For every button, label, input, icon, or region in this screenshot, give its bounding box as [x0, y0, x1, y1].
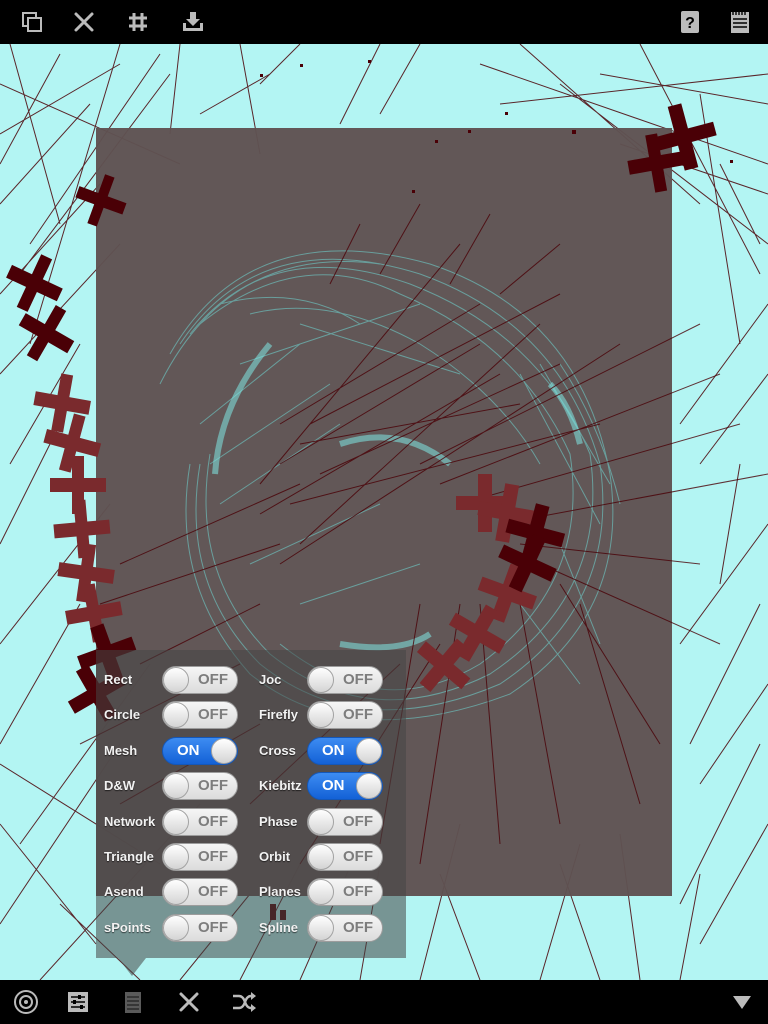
toggle-state-text: OFF — [198, 848, 228, 865]
help-icon: ? — [681, 11, 699, 33]
panel-pointer — [118, 958, 146, 976]
switch-label-spoints: sPoints — [104, 920, 151, 935]
settings-button[interactable] — [62, 986, 94, 1018]
switch-label-circle: Circle — [104, 707, 141, 722]
top-toolbar: ? — [0, 0, 768, 44]
close-icon — [74, 12, 94, 32]
grid-icon — [129, 13, 147, 31]
toggle-orbit[interactable]: OFF — [307, 843, 383, 871]
switch-label-cross: Cross — [259, 743, 296, 758]
notepad-button[interactable] — [724, 6, 756, 38]
duplicate-icon — [22, 12, 42, 32]
toggle-knob — [308, 879, 334, 905]
grid-button[interactable] — [122, 6, 154, 38]
collapse-button[interactable] — [726, 986, 758, 1018]
close-button[interactable] — [173, 986, 205, 1018]
toggle-state-text: OFF — [198, 883, 228, 900]
switch-label-joc: Joc — [259, 672, 282, 687]
toggle-state-text: ON — [177, 742, 200, 759]
notes-button[interactable] — [117, 986, 149, 1018]
toggle-rect[interactable]: OFF — [162, 666, 238, 694]
toggle-knob — [163, 844, 189, 870]
switch-label-firefly: Firefly — [259, 707, 299, 722]
toggle-mesh[interactable]: ON — [162, 737, 238, 765]
switch-label-asend: Asend — [104, 884, 144, 899]
toggle-firefly[interactable]: OFF — [307, 701, 383, 729]
toggle-state-text: OFF — [198, 706, 228, 723]
notepad-icon — [731, 12, 749, 33]
toggle-state-text: OFF — [343, 813, 373, 830]
switch-label-rect: Rect — [104, 672, 133, 687]
toggle-d-w[interactable]: OFF — [162, 772, 238, 800]
shuffle-icon — [233, 992, 256, 1012]
toggle-knob — [308, 844, 334, 870]
svg-text:?: ? — [685, 15, 695, 32]
switch-label-network: Network — [104, 814, 156, 829]
switch-label-triangle: Triangle — [104, 849, 154, 864]
help-button[interactable]: ? — [674, 6, 706, 38]
toggle-kiebitz[interactable]: ON — [307, 772, 383, 800]
clear-button[interactable] — [68, 6, 100, 38]
toggle-planes[interactable]: OFF — [307, 878, 383, 906]
toggle-circle[interactable]: OFF — [162, 701, 238, 729]
bottom-toolbar — [0, 980, 768, 1024]
toggle-state-text: OFF — [343, 883, 373, 900]
toggle-state-text: OFF — [198, 777, 228, 794]
toggle-state-text: OFF — [198, 671, 228, 688]
toggle-knob — [356, 773, 382, 799]
switch-label-orbit: Orbit — [259, 849, 291, 864]
switch-label-planes: Planes — [259, 884, 301, 899]
toggle-state-text: OFF — [343, 671, 373, 688]
toggle-asend[interactable]: OFF — [162, 878, 238, 906]
toggle-state-text: ON — [322, 742, 345, 759]
toggle-state-text: OFF — [343, 919, 373, 936]
save-button[interactable] — [177, 6, 209, 38]
toggle-knob — [163, 809, 189, 835]
toggle-knob — [308, 809, 334, 835]
target-icon — [14, 990, 38, 1014]
toggle-state-text: OFF — [198, 919, 228, 936]
toggle-knob — [163, 773, 189, 799]
close-icon — [179, 992, 199, 1012]
toggle-state-text: ON — [322, 777, 345, 794]
switch-label-spline: Spline — [259, 920, 299, 935]
switch-label-kiebitz: Kiebitz — [259, 778, 302, 793]
toggle-knob — [308, 702, 334, 728]
save-to-tray-icon — [183, 12, 203, 31]
target-button[interactable] — [10, 986, 42, 1018]
toggle-spline[interactable]: OFF — [307, 914, 383, 942]
toggle-knob — [308, 667, 334, 693]
switch-label-d-w: D&W — [104, 778, 136, 793]
toggle-knob — [211, 738, 237, 764]
toggle-triangle[interactable]: OFF — [162, 843, 238, 871]
toggle-knob — [163, 879, 189, 905]
toggle-knob — [356, 738, 382, 764]
duplicate-button[interactable] — [16, 6, 48, 38]
toggle-state-text: OFF — [198, 813, 228, 830]
toggle-joc[interactable]: OFF — [307, 666, 383, 694]
switch-label-phase: Phase — [259, 814, 298, 829]
toggle-state-text: OFF — [343, 706, 373, 723]
toggle-state-text: OFF — [343, 848, 373, 865]
toggle-knob — [163, 667, 189, 693]
dropdown-triangle-icon — [733, 996, 751, 1009]
switch-label-mesh: Mesh — [104, 743, 138, 758]
shuffle-button[interactable] — [228, 986, 260, 1018]
notes-icon — [125, 992, 141, 1013]
toggle-spoints[interactable]: OFF — [162, 914, 238, 942]
sliders-icon — [68, 992, 88, 1012]
toggle-network[interactable]: OFF — [162, 808, 238, 836]
effects-panel — [96, 650, 406, 958]
toggle-knob — [163, 915, 189, 941]
toggle-knob — [163, 702, 189, 728]
toggle-phase[interactable]: OFF — [307, 808, 383, 836]
toggle-knob — [308, 915, 334, 941]
toggle-cross[interactable]: ON — [307, 737, 383, 765]
